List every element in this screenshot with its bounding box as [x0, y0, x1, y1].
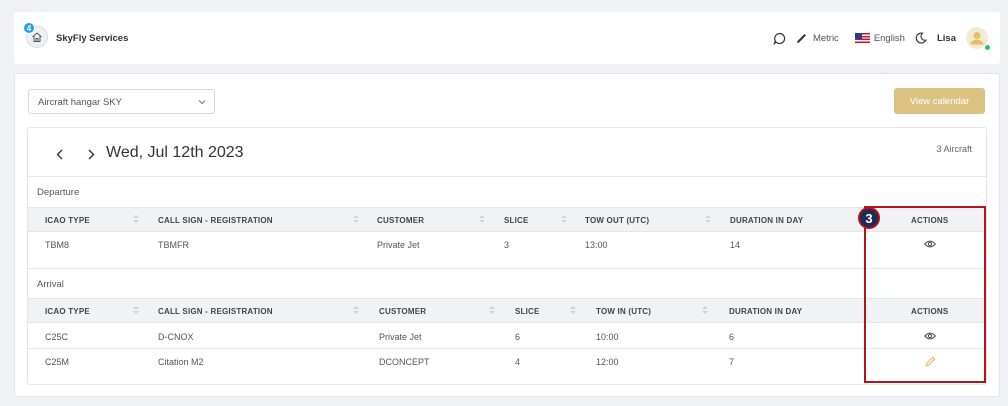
ruler-icon: [796, 33, 806, 43]
cell-tow: 13:00: [585, 240, 608, 250]
avatar[interactable]: [966, 27, 991, 51]
sort-icon[interactable]: [133, 306, 139, 316]
schedule-date: Wed, Jul 12th 2023: [106, 144, 244, 161]
arrival-section-label: Arrival: [28, 268, 986, 298]
cell-slice: 4: [515, 357, 521, 367]
chat-icon[interactable]: [773, 32, 786, 45]
brand-name: SkyFly Services: [56, 33, 129, 44]
column-tow-in[interactable]: TOW IN (UTC): [596, 307, 651, 316]
top-bar: 4 SkyFly Services Metric English Lisa: [14, 12, 1000, 64]
table-row: C25C D-CNOX Private Jet 6 10:00 6: [28, 324, 986, 349]
notification-badge: 4: [23, 22, 35, 34]
cell-tow: 10:00: [596, 332, 619, 342]
cell-customer: DCONCEPT: [379, 357, 430, 367]
view-calendar-button[interactable]: View calendar: [894, 88, 985, 114]
cell-slice: 3: [504, 240, 510, 250]
cell-customer: Private Jet: [377, 240, 420, 250]
aircraft-count: 3 Aircraft: [936, 144, 972, 154]
column-customer[interactable]: CUSTOMER: [377, 216, 424, 225]
hangar-select[interactable]: Aircraft hangar SKY: [28, 89, 215, 114]
sort-icon[interactable]: [353, 215, 359, 225]
sort-icon[interactable]: [353, 306, 359, 316]
column-slice[interactable]: SLICE: [515, 307, 540, 316]
sort-icon[interactable]: [570, 306, 576, 316]
sort-icon[interactable]: [133, 215, 139, 225]
sort-icon[interactable]: [702, 306, 708, 316]
column-call-sign[interactable]: CALL SIGN - REGISTRATION: [158, 216, 273, 225]
language-selector[interactable]: English: [854, 32, 905, 44]
cell-slice: 6: [515, 332, 521, 342]
online-status-dot: [984, 44, 991, 51]
cell-duration: 7: [729, 357, 735, 367]
column-customer[interactable]: CUSTOMER: [379, 307, 426, 316]
chevron-down-icon: [198, 97, 206, 108]
hangar-select-value: Aircraft hangar SKY: [38, 97, 122, 108]
main-panel: Aircraft hangar SKY View calendar Wed, J…: [14, 73, 1000, 397]
column-slice[interactable]: SLICE: [504, 216, 529, 225]
units-label: Metric: [812, 32, 839, 44]
column-icao-type[interactable]: ICAO TYPE: [45, 216, 90, 225]
schedule-card: Wed, Jul 12th 2023 3 Aircraft Departure …: [27, 127, 987, 385]
dark-mode-icon[interactable]: [915, 32, 927, 44]
column-tow-out[interactable]: TOW OUT (UTC): [585, 216, 649, 225]
column-duration[interactable]: DURATION IN DAY: [729, 307, 802, 316]
cell-tow: 12:00: [596, 357, 619, 367]
sort-icon[interactable]: [561, 215, 567, 225]
table-row: C25M Citation M2 DCONCEPT 4 12:00 7: [28, 349, 986, 374]
cell-callsign: TBMFR: [158, 240, 189, 250]
cell-icao: TBM8: [45, 240, 70, 250]
cell-customer: Private Jet: [379, 332, 422, 342]
cell-callsign: D-CNOX: [158, 332, 194, 342]
step-number-badge: 3: [858, 207, 880, 229]
user-name[interactable]: Lisa: [937, 33, 956, 44]
next-day-button[interactable]: [85, 147, 97, 161]
cell-duration: 6: [729, 332, 735, 342]
language-label: English: [873, 32, 905, 44]
sort-icon[interactable]: [705, 215, 711, 225]
previous-day-button[interactable]: [53, 147, 65, 161]
cell-icao: C25M: [45, 357, 70, 367]
sort-icon[interactable]: [479, 215, 485, 225]
arrival-table-header: ICAO TYPE CALL SIGN - REGISTRATION CUSTO…: [28, 298, 986, 323]
departure-section-label: Departure: [28, 176, 986, 206]
actions-highlight-box: [864, 206, 986, 383]
cell-callsign: Citation M2: [158, 357, 204, 367]
us-flag-icon: [854, 33, 870, 43]
table-row: TBM8 TBMFR Private Jet 3 13:00 14: [28, 232, 986, 257]
column-call-sign[interactable]: CALL SIGN - REGISTRATION: [158, 307, 273, 316]
home-icon[interactable]: 4: [23, 22, 48, 48]
sort-icon[interactable]: [489, 306, 495, 316]
column-duration[interactable]: DURATION IN DAY: [730, 216, 803, 225]
units-toggle[interactable]: Metric: [796, 33, 839, 44]
cell-icao: C25C: [45, 332, 69, 342]
departure-table-header: ICAO TYPE CALL SIGN - REGISTRATION CUSTO…: [28, 207, 986, 232]
column-icao-type[interactable]: ICAO TYPE: [45, 307, 90, 316]
cell-duration: 14: [730, 240, 741, 250]
